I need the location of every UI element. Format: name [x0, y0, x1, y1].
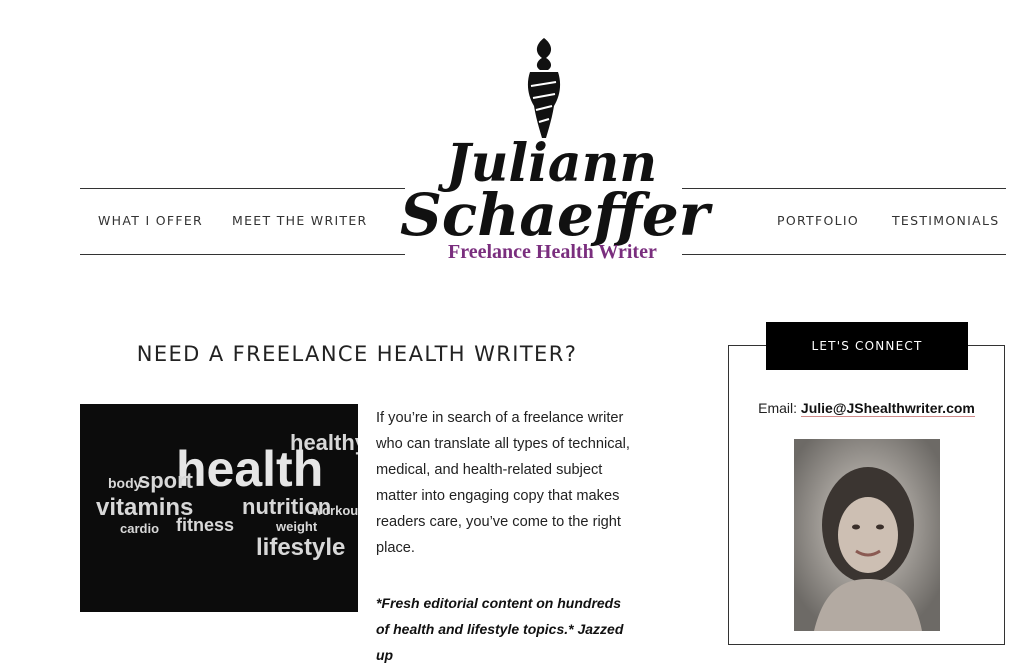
- site-logo[interactable]: Juliann Schaeffer Freelance Health Write…: [398, 36, 709, 266]
- cloud-word: sport: [138, 468, 193, 493]
- cloud-word: lifestyle: [256, 534, 346, 561]
- cloud-word: healthy: [290, 430, 358, 455]
- cloud-word: workout: [312, 503, 358, 518]
- email-row: Email: Julie@JShealthwriter.com: [728, 400, 1005, 417]
- nav-what-i-offer[interactable]: WHAT I OFFER: [98, 213, 203, 228]
- author-photo: [794, 439, 940, 631]
- nav-divider-top-right: [682, 188, 1006, 189]
- nav-meet-the-writer[interactable]: MEET THE WRITER: [232, 213, 368, 228]
- cloud-word: fitness: [176, 515, 235, 535]
- nav-portfolio[interactable]: PORTFOLIO: [777, 213, 859, 228]
- logo-last-name: Schaeffer: [400, 181, 710, 249]
- cloud-word: weight: [276, 519, 318, 534]
- health-word-cloud-image: health healthy sport vitamins fitness nu…: [80, 404, 358, 612]
- nav-testimonials[interactable]: TESTIMONIALS: [892, 213, 1000, 228]
- email-label: Email:: [758, 400, 798, 416]
- teaser-paragraph: *Fresh editorial content on hundreds of …: [376, 595, 624, 663]
- nav-divider-bottom-right: [682, 254, 1006, 255]
- intro-paragraph: If you’re in search of a freelance write…: [376, 410, 630, 556]
- page-title: NEED A FREELANCE HEALTH WRITER?: [136, 342, 578, 366]
- email-link[interactable]: Julie@JShealthwriter.com: [800, 400, 975, 417]
- nav-divider-bottom-left: [80, 254, 405, 255]
- cloud-word: body: [108, 475, 142, 491]
- cloud-word: cardio: [120, 521, 160, 536]
- logo-tagline: Freelance Health Writer: [448, 241, 657, 263]
- nav-divider-top-left: [80, 188, 405, 189]
- carrot-icon: [527, 38, 561, 138]
- connect-heading: LET'S CONNECT: [766, 322, 968, 370]
- author-portrait: [794, 439, 940, 631]
